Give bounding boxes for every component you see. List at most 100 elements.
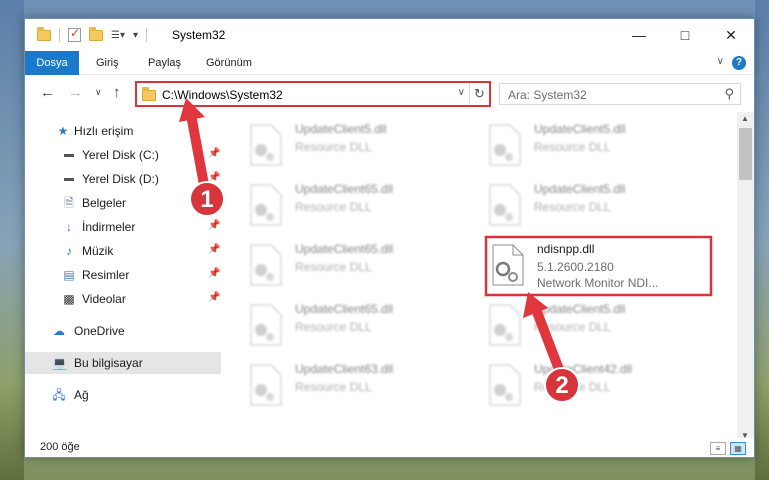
address-text[interactable]: C:\Windows\System32 — [162, 88, 283, 102]
dll-file-icon — [250, 124, 282, 166]
desktop-background-left — [0, 0, 24, 480]
sidebar-item-onedrive[interactable]: ☁ OneDrive — [25, 320, 221, 342]
folder-icon — [37, 26, 51, 41]
file-item[interactable]: UpdateClient65.dll Resource DLL — [247, 300, 447, 350]
navigation-pane: ★ Hızlı erişim ▬ Yerel Disk (C:) 📌 ▬ Yer… — [25, 112, 223, 442]
file-description: Resource DLL — [534, 140, 611, 154]
file-name: UpdateClient5.dll — [534, 302, 626, 316]
file-description: Network Monitor NDI... — [537, 276, 659, 290]
file-description: Resource DLL — [534, 320, 611, 334]
maximize-button[interactable]: □ — [662, 19, 708, 51]
sidebar-item-label: Bu bilgisayar — [74, 356, 143, 370]
file-item[interactable]: UpdateClient42.dll Resource DLL — [486, 360, 686, 410]
pictures-icon: ▤ — [63, 268, 75, 282]
file-item[interactable]: UpdateClient5.dll Resource DLL — [486, 120, 686, 170]
tab-file[interactable]: Dosya — [25, 51, 79, 75]
dll-file-icon — [489, 124, 521, 166]
customize-qa-icon[interactable]: ☰▾ — [111, 30, 125, 41]
sidebar-item-network[interactable]: 🖧 Ağ — [25, 384, 221, 406]
scroll-up-icon[interactable]: ▲ — [741, 114, 749, 123]
file-item-ndisnpp[interactable]: ndisnpp.dll 5.1.2600.2180 Network Monito… — [489, 240, 689, 290]
pin-icon[interactable]: 📌 — [208, 268, 220, 279]
tab-share[interactable]: Paylaş — [148, 51, 181, 75]
expand-ribbon-icon[interactable]: ∨ — [717, 56, 724, 67]
sidebar-item-quick-access[interactable]: ★ Hızlı erişim — [25, 120, 221, 142]
up-arrow-icon[interactable]: ↑ — [113, 84, 121, 101]
search-icon[interactable]: ⚲ — [724, 86, 734, 102]
file-description: Resource DLL — [295, 200, 372, 214]
file-item[interactable]: UpdateClient5.dll Resource DLL — [247, 120, 447, 170]
recent-locations-icon[interactable]: ∨ — [95, 87, 102, 98]
search-input[interactable]: Ara: System32 ⚲ — [499, 83, 741, 105]
forward-arrow-icon[interactable]: → — [68, 84, 83, 101]
tab-view[interactable]: Görünüm — [206, 51, 252, 75]
sidebar-item-label: Müzik — [82, 244, 114, 258]
ribbon-tabs: Dosya Giriş Paylaş Görünüm ∨ ? — [25, 51, 754, 75]
file-version: 5.1.2600.2180 — [537, 260, 614, 274]
status-bar: 200 öğe ≡ ▦ — [25, 438, 754, 457]
file-name: UpdateClient63.dll — [295, 362, 394, 376]
pin-icon[interactable]: 📌 — [208, 196, 220, 207]
address-bar[interactable]: C:\Windows\System32 ∨ ↻ — [135, 81, 491, 107]
star-icon: ★ — [57, 124, 69, 138]
sidebar-item-this-pc[interactable]: 💻 Bu bilgisayar — [25, 352, 221, 374]
minimize-button[interactable]: — — [616, 19, 662, 51]
sidebar-item-documents[interactable]: 🗎 Belgeler 📌 — [25, 192, 221, 214]
pin-icon[interactable]: 📌 — [208, 220, 220, 231]
file-item[interactable]: UpdateClient5.dll Resource DLL — [486, 300, 686, 350]
sidebar-item-disk-c[interactable]: ▬ Yerel Disk (C:) 📌 — [25, 144, 221, 166]
refresh-icon[interactable]: ↻ — [469, 83, 489, 105]
details-view-icon[interactable]: ≡ — [710, 442, 726, 455]
address-dropdown-icon[interactable]: ∨ — [458, 87, 465, 98]
documents-icon: 🗎 — [64, 196, 74, 210]
sidebar-item-label: Belgeler — [82, 196, 127, 210]
pin-icon[interactable]: 📌 — [208, 292, 220, 303]
dll-file-icon — [489, 304, 521, 346]
file-item[interactable]: UpdateClient65.dll Resource DLL — [247, 180, 447, 230]
dll-file-icon — [250, 364, 282, 406]
pin-icon[interactable]: 📌 — [208, 148, 220, 159]
file-item[interactable]: UpdateClient5.dll Resource DLL — [486, 180, 686, 230]
scroll-thumb[interactable] — [739, 128, 752, 180]
new-folder-icon[interactable] — [89, 26, 103, 41]
help-icon[interactable]: ? — [732, 56, 746, 70]
dll-file-icon — [250, 244, 282, 286]
pin-icon[interactable]: 📌 — [208, 244, 220, 255]
sidebar-item-label: İndirmeler — [82, 220, 136, 234]
dll-file-icon — [489, 364, 521, 406]
file-name: UpdateClient5.dll — [534, 122, 626, 136]
file-description: Resource DLL — [295, 380, 372, 394]
sidebar-item-label: Yerel Disk (C:) — [82, 148, 159, 162]
sidebar-item-videos[interactable]: ▩ Videolar 📌 — [25, 288, 221, 310]
quick-access-toolbar: ☰▾ ▾ — [37, 26, 148, 42]
sidebar-item-disk-d[interactable]: ▬ Yerel Disk (D:) 📌 — [25, 168, 221, 190]
file-description: Resource DLL — [534, 200, 611, 214]
file-item[interactable]: UpdateClient63.dll Resource DLL — [247, 360, 447, 410]
dll-file-icon — [250, 304, 282, 346]
drive-icon: ▬ — [64, 173, 74, 184]
qa-dropdown-icon[interactable]: ▾ — [133, 30, 138, 41]
folder-icon — [142, 87, 156, 101]
file-name: UpdateClient65.dll — [295, 182, 394, 196]
sidebar-item-label: OneDrive — [74, 324, 125, 338]
close-button[interactable]: ✕ — [708, 19, 754, 51]
sidebar-item-pictures[interactable]: ▤ Resimler 📌 — [25, 264, 221, 286]
pin-icon[interactable]: 📌 — [208, 172, 220, 183]
title-bar: ☰▾ ▾ System32 — □ ✕ — [25, 19, 754, 51]
tab-home[interactable]: Giriş — [96, 51, 119, 75]
properties-icon[interactable] — [68, 26, 81, 42]
explorer-window: ☰▾ ▾ System32 — □ ✕ Dosya Giriş Paylaş G… — [24, 18, 755, 458]
file-description: Resource DLL — [295, 260, 372, 274]
back-arrow-icon[interactable]: ← — [40, 84, 55, 101]
sidebar-item-downloads[interactable]: ↓ İndirmeler 📌 — [25, 216, 221, 238]
file-name: UpdateClient65.dll — [295, 242, 394, 256]
vertical-scrollbar[interactable]: ▲ ▼ — [737, 112, 754, 442]
file-item[interactable]: UpdateClient65.dll Resource DLL — [247, 240, 447, 290]
file-name: ndisnpp.dll — [537, 242, 595, 256]
file-description: Resource DLL — [295, 320, 372, 334]
computer-icon: 💻 — [52, 356, 67, 370]
dll-file-icon — [489, 184, 521, 226]
tiles-view-icon[interactable]: ▦ — [730, 442, 746, 455]
sidebar-item-music[interactable]: ♪ Müzik 📌 — [25, 240, 221, 262]
videos-icon: ▩ — [63, 292, 75, 306]
